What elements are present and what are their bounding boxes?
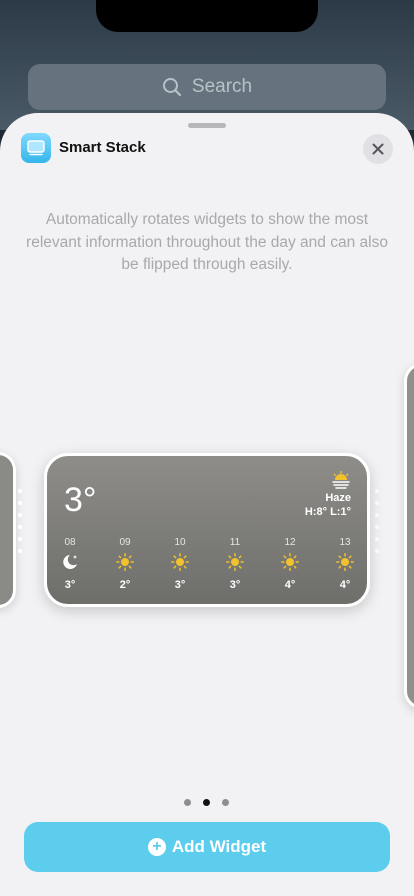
close-button[interactable] <box>363 134 393 164</box>
moon-icon <box>63 555 77 569</box>
page-indicator[interactable] <box>184 799 232 807</box>
forecast-hour: 09 2° <box>105 537 145 591</box>
page-dot[interactable] <box>222 799 229 806</box>
sheet-title: Smart Stack <box>59 139 146 156</box>
sun-icon <box>226 553 244 571</box>
sheet-description: Automatically rotates widgets to show th… <box>26 211 388 273</box>
forecast-time: 12 <box>284 537 296 548</box>
forecast-time: 13 <box>339 537 351 548</box>
page-dot-active[interactable] <box>203 799 210 806</box>
forecast-hour: 13 4° <box>325 537 365 591</box>
add-widget-button[interactable]: + Add Widget <box>24 822 390 872</box>
sun-icon <box>281 553 299 571</box>
forecast-temp: 4° <box>284 579 296 591</box>
previous-widget-preview[interactable] <box>0 452 16 608</box>
screen: Search Smart Stack Automatically rotates… <box>0 0 414 896</box>
sun-icon <box>171 553 189 571</box>
sun-icon <box>336 553 354 571</box>
forecast-temp: 3° <box>174 579 186 591</box>
forecast-time: 08 <box>64 537 76 548</box>
high-low-temperature: H:8° L:1° <box>304 506 351 518</box>
forecast-hour: 10 3° <box>160 537 200 591</box>
stack-indicator-left <box>18 489 22 561</box>
current-temperature: 3° <box>64 481 97 519</box>
forecast-time: 09 <box>119 537 131 548</box>
sun-icon <box>116 553 134 571</box>
forecast-hour: 08 3° <box>50 537 90 591</box>
smart-stack-icon <box>21 133 51 163</box>
weather-condition: Haze <box>325 492 351 504</box>
forecast-temp: 3° <box>64 579 76 591</box>
search-icon <box>162 78 181 97</box>
notch <box>96 0 318 32</box>
forecast-temp: 4° <box>339 579 351 591</box>
forecast-time: 10 <box>174 537 186 548</box>
forecast-time: 11 <box>229 537 241 548</box>
forecast-hour: 12 4° <box>270 537 310 591</box>
stack-indicator-right <box>375 489 379 561</box>
search-field[interactable]: Search <box>28 64 386 110</box>
sheet-grabber[interactable] <box>188 123 226 128</box>
forecast-hour: 11 3° <box>215 537 255 591</box>
weather-widget[interactable]: 3° Haze H:8° L:1° 08 3° 09 2° 10 3° 11 3… <box>44 453 370 607</box>
close-icon <box>372 143 384 155</box>
next-widget-preview[interactable] <box>404 363 414 709</box>
forecast-temp: 3° <box>229 579 241 591</box>
haze-icon <box>332 471 350 489</box>
forecast-temp: 2° <box>119 579 131 591</box>
page-dot[interactable] <box>184 799 191 806</box>
add-widget-label: Add Widget <box>171 837 267 856</box>
widget-sheet: Smart Stack Automatically rotates widget… <box>0 113 414 896</box>
search-placeholder: Search <box>191 76 253 97</box>
plus-icon: + <box>147 838 166 856</box>
